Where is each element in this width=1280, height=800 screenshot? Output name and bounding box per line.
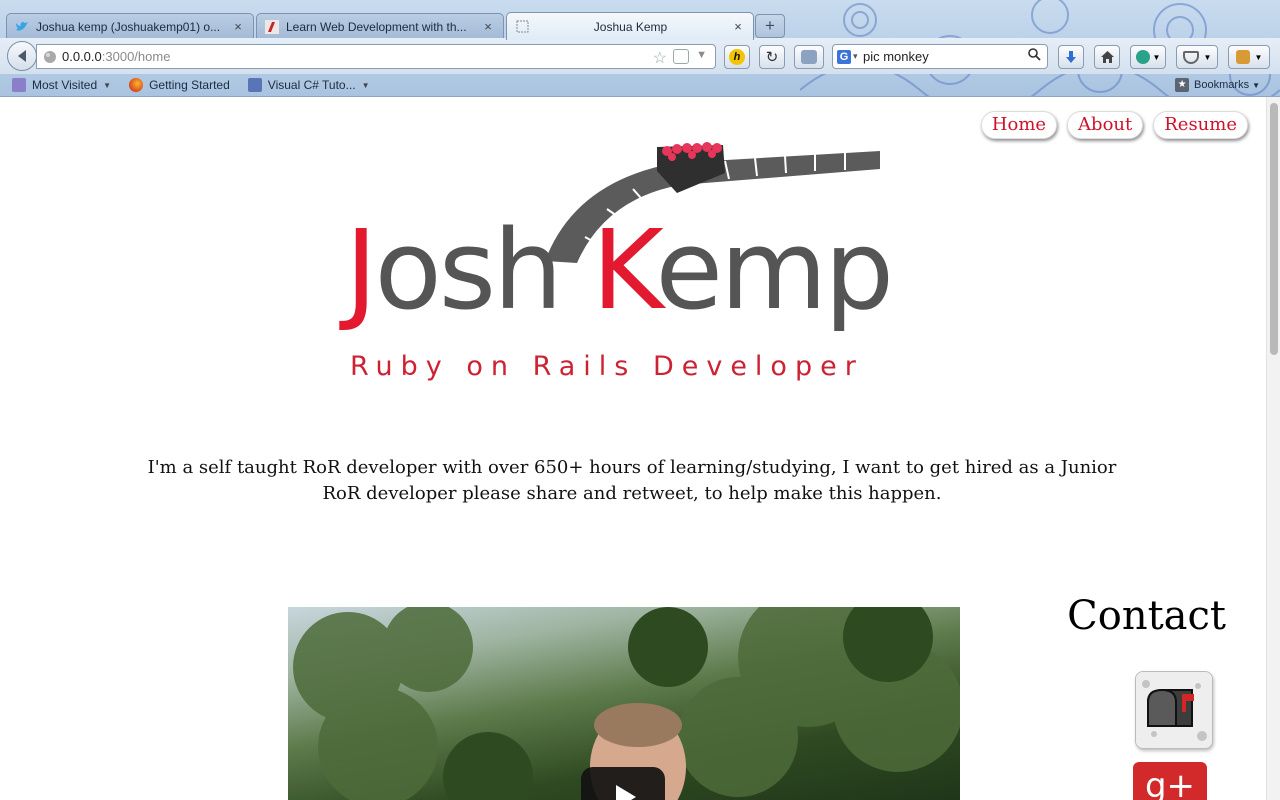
new-tab-button[interactable]: + [755, 14, 785, 38]
chevron-down-icon: ▼ [361, 80, 370, 90]
intro-text: I'm a self taught RoR developer with ove… [147, 457, 1117, 504]
close-icon[interactable]: × [231, 19, 245, 34]
page-scrollbar[interactable] [1266, 97, 1280, 800]
home-button[interactable] [1094, 45, 1120, 69]
tab-joshua-kemp[interactable]: Joshua Kemp × [506, 12, 754, 40]
bookmarks-star-icon: ★ [1175, 78, 1190, 92]
hackernews-button[interactable]: h [724, 45, 750, 69]
video-player[interactable] [288, 607, 960, 800]
tab-strip: Joshua kemp (Joshuakemp01) o... × Learn … [0, 10, 800, 40]
site-nav: Home About Resume [980, 111, 1248, 139]
pocket-button[interactable]: ▼ [1176, 45, 1218, 69]
pocket-icon[interactable] [673, 49, 689, 64]
chevron-down-icon: ▼ [1252, 80, 1260, 90]
search-bar[interactable]: G ▾ pic monkey [832, 44, 1048, 69]
play-button-icon[interactable] [581, 767, 665, 800]
bookmark-star-icon[interactable]: ☆ [653, 48, 667, 68]
google-icon: G [837, 49, 851, 64]
bookmarks-menu-label: Bookmarks [1194, 79, 1250, 91]
bookmarks-menu[interactable]: ★ Bookmarks ▼ [1175, 78, 1260, 92]
nav-home-link[interactable]: Home [980, 111, 1058, 139]
chevron-down-icon: ▼ [103, 80, 112, 90]
bookmark-label: Most Visited [32, 78, 98, 92]
bookmark-label: Getting Started [149, 78, 230, 92]
google-plus-icon[interactable]: g+ [1133, 762, 1207, 800]
contact-heading: Contact [1067, 593, 1226, 639]
folder-icon [12, 78, 26, 92]
logo-tagline: Ruby on Rails Developer [350, 351, 864, 382]
globe-icon [43, 50, 57, 64]
firefox-icon [129, 78, 144, 92]
codeschool-icon [265, 19, 279, 34]
tab-title: Joshua kemp (Joshuakemp01) o... [36, 19, 221, 34]
close-icon[interactable]: × [481, 19, 495, 34]
reload-icon: ↻ [765, 49, 779, 66]
search-icon[interactable] [1028, 48, 1041, 64]
search-engine-selector[interactable]: G ▾ [837, 49, 863, 64]
bookmark-getting-started[interactable]: Getting Started [129, 78, 230, 92]
navigation-toolbar: 0.0.0.0:3000/home ☆ ▼ h ↻ G ▾ pic monkey [0, 38, 1280, 74]
url-path: :3000/home [101, 49, 171, 64]
addon-button[interactable]: ▼ [1130, 45, 1166, 69]
search-input[interactable]: pic monkey [863, 49, 929, 64]
extension-icon [801, 50, 817, 64]
rss-feed-icon [247, 78, 262, 92]
download-arrow-icon [1066, 51, 1076, 63]
tab-twitter[interactable]: Joshua kemp (Joshuakemp01) o... × [6, 13, 254, 39]
tab-title: Learn Web Development with th... [286, 19, 467, 34]
tab-codeschool[interactable]: Learn Web Development with th... × [256, 13, 504, 39]
bookmarks-toolbar: Most Visited ▼ Getting Started Visual C#… [0, 74, 1280, 96]
nav-resume-link[interactable]: Resume [1153, 111, 1248, 139]
close-icon[interactable]: × [731, 19, 745, 34]
url-host: 0.0.0.0 [62, 49, 102, 64]
pocket-save-icon [1182, 50, 1199, 64]
back-arrow-icon [18, 50, 26, 62]
nav-about-link[interactable]: About [1067, 111, 1144, 139]
addon-icon [1135, 50, 1150, 64]
twitter-bird-icon [15, 20, 29, 34]
web-page: Home About Resume Josh Kemp Ruby on Rail… [0, 97, 1266, 800]
tab-title: Joshua Kemp [593, 19, 668, 34]
josh-kemp-logo: Josh Kemp Ruby on Rails Developer [345, 141, 925, 391]
mailbox-icon[interactable] [1135, 671, 1213, 749]
home-icon [1100, 51, 1114, 63]
url-dropdown-icon[interactable]: ▼ [696, 49, 707, 61]
bookmark-most-visited[interactable]: Most Visited ▼ [12, 78, 111, 92]
back-button[interactable] [7, 41, 37, 71]
url-bar[interactable]: 0.0.0.0:3000/home ☆ ▼ [36, 44, 716, 69]
scrollbar-thumb[interactable] [1270, 103, 1278, 355]
bookmark-visual-csharp[interactable]: Visual C# Tuto... ▼ [247, 78, 370, 92]
hackernews-icon: h [729, 49, 745, 65]
logo-wordmark: Josh Kemp [345, 206, 894, 334]
bookmark-label: Visual C# Tuto... [267, 78, 356, 92]
extension-button[interactable] [794, 45, 824, 69]
blank-page-icon [515, 20, 529, 34]
puzzle-icon [1235, 50, 1250, 64]
browser-chrome: Joshua kemp (Joshuakemp01) o... × Learn … [0, 0, 1280, 97]
downloads-button[interactable] [1058, 45, 1084, 69]
menu-button[interactable]: ▼ [1228, 45, 1270, 69]
reload-button[interactable]: ↻ [759, 45, 785, 69]
